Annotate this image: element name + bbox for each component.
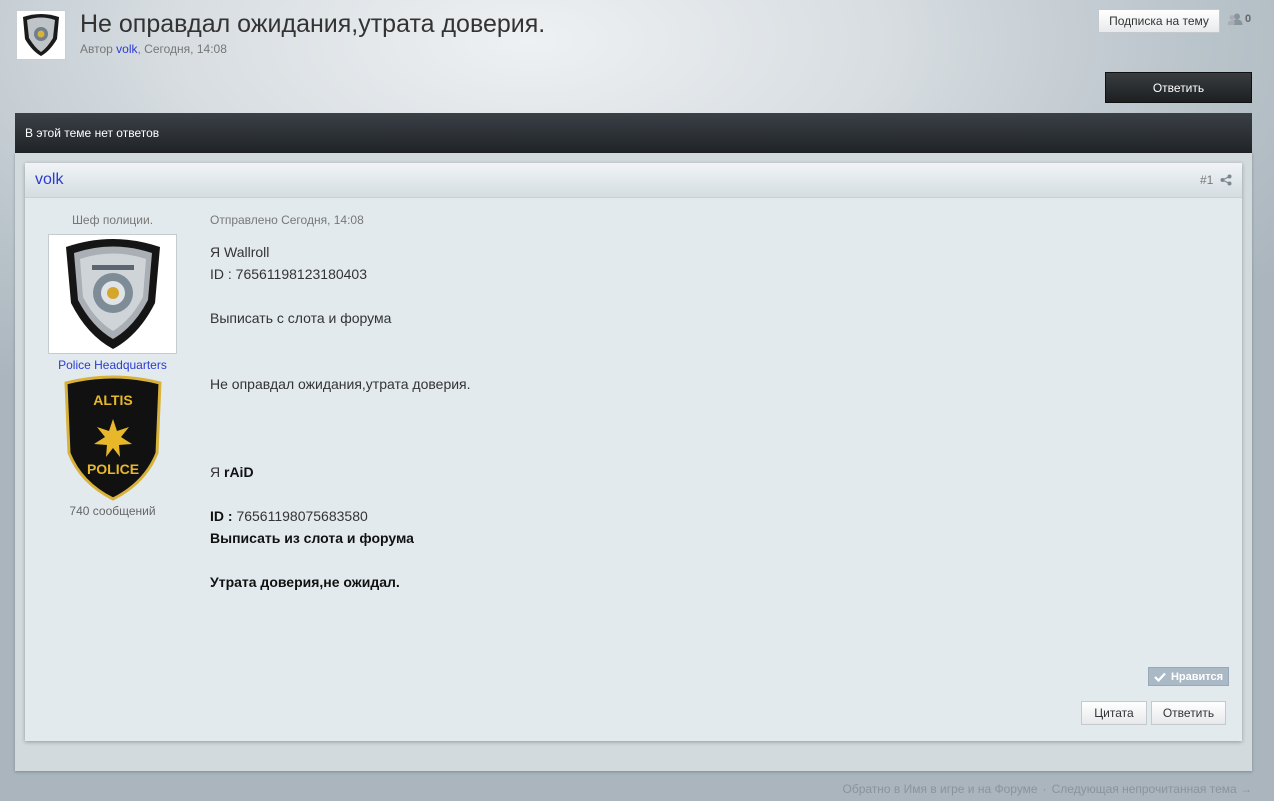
post-line [210,285,1110,307]
post-line [210,395,1110,417]
post-line [210,329,1110,351]
post-line-prefix: ID : [210,508,237,524]
post: volk #1 Шеф полиции. Police Headquarters… [25,163,1242,741]
topic-date: , Сегодня, 14:08 [137,42,227,56]
post-line-text: 76561198075683580 [236,508,368,524]
altis-police-badge-icon: ALTIS POLICE [64,375,162,501]
post-date: Отправлено Сегодня, 14:08 [210,213,364,227]
post-line-text: Утрата доверия,не ожидал. [210,574,400,590]
post-author-link[interactable]: volk [35,171,63,189]
post-line-text: Не оправдал ожидания,утрата доверия. [210,376,471,392]
post-line-prefix: Я [210,244,224,260]
post-line [210,549,1110,571]
author-post-count: 740 сообщений [69,504,156,518]
back-to-forum-link[interactable]: Обратно в Имя в игре и на Форуме [843,782,1038,796]
bottom-navigation: Обратно в Имя в игре и на Форуме · Следующ… [843,782,1253,796]
like-button[interactable]: Нравится [1148,667,1229,686]
post-line: ID : 76561198075683580 [210,505,1110,527]
topic-title: Не оправдал ожидания,утрата доверия. [80,10,546,38]
post-line: Я rAiD [210,461,1110,483]
author-rank: Шеф полиции. [71,213,154,227]
post-line: Выписать из слота и форума [210,527,1110,549]
author-photo[interactable] [48,234,177,354]
topic-meta: Автор volk, Сегодня, 14:08 [80,42,227,56]
post-line: Не оправдал ожидания,утрата доверия. [210,373,1110,395]
topic-meta-prefix: Автор [80,42,113,56]
post-line-text: Выписать с слота и форума [210,310,392,326]
topic-status-bar: В этой теме нет ответов [15,113,1252,153]
post-line-text: Выписать из слота и форума [210,530,414,546]
police-shield-photo-icon [65,239,160,349]
next-unread-topic-link[interactable]: Следующая непрочитанная тема → [1052,782,1252,796]
police-shield-avatar-icon [23,14,59,56]
check-icon [1154,672,1166,682]
post-line-prefix: Я [210,464,224,480]
followers-count[interactable]: 0 [1227,13,1251,25]
like-label: Нравится [1170,670,1224,683]
reply-topic-button[interactable]: Ответить [1105,72,1252,103]
post-line: Я Wallroll [210,241,1110,263]
post-line: ID : 76561198123180403 [210,263,1110,285]
reply-post-button[interactable]: Ответить [1151,701,1226,725]
post-line: Утрата доверия,не ожидал. [210,571,1110,593]
quote-button[interactable]: Цитата [1081,701,1147,725]
topic-author-avatar[interactable] [16,10,66,60]
post-line [210,439,1110,461]
badge-bottom-text: POLICE [87,461,139,477]
post-body: Я Wallroll ID : 76561198123180403 Выписать… [210,241,1110,593]
post-number-link[interactable]: #1 [1200,173,1213,187]
post-line [210,417,1110,439]
topic-author-link[interactable]: volk [116,42,137,56]
follow-topic-button[interactable]: Подписка на тему [1098,9,1220,33]
post-header: volk #1 [25,163,1242,198]
followers-number: 0 [1245,13,1252,25]
post-line [210,351,1110,373]
nav-separator: · [1042,782,1047,796]
post-line-text: Wallroll [224,244,270,260]
share-icon[interactable] [1220,174,1232,186]
users-icon [1227,13,1243,25]
post-line [210,483,1110,505]
post-line-text: ID : 76561198123180403 [210,266,367,282]
post-line-text: rAiD [224,464,254,480]
badge-top-text: ALTIS [93,392,132,408]
post-line: Выписать с слота и форума [210,307,1110,329]
author-group-link[interactable]: Police Headquarters [25,358,200,372]
